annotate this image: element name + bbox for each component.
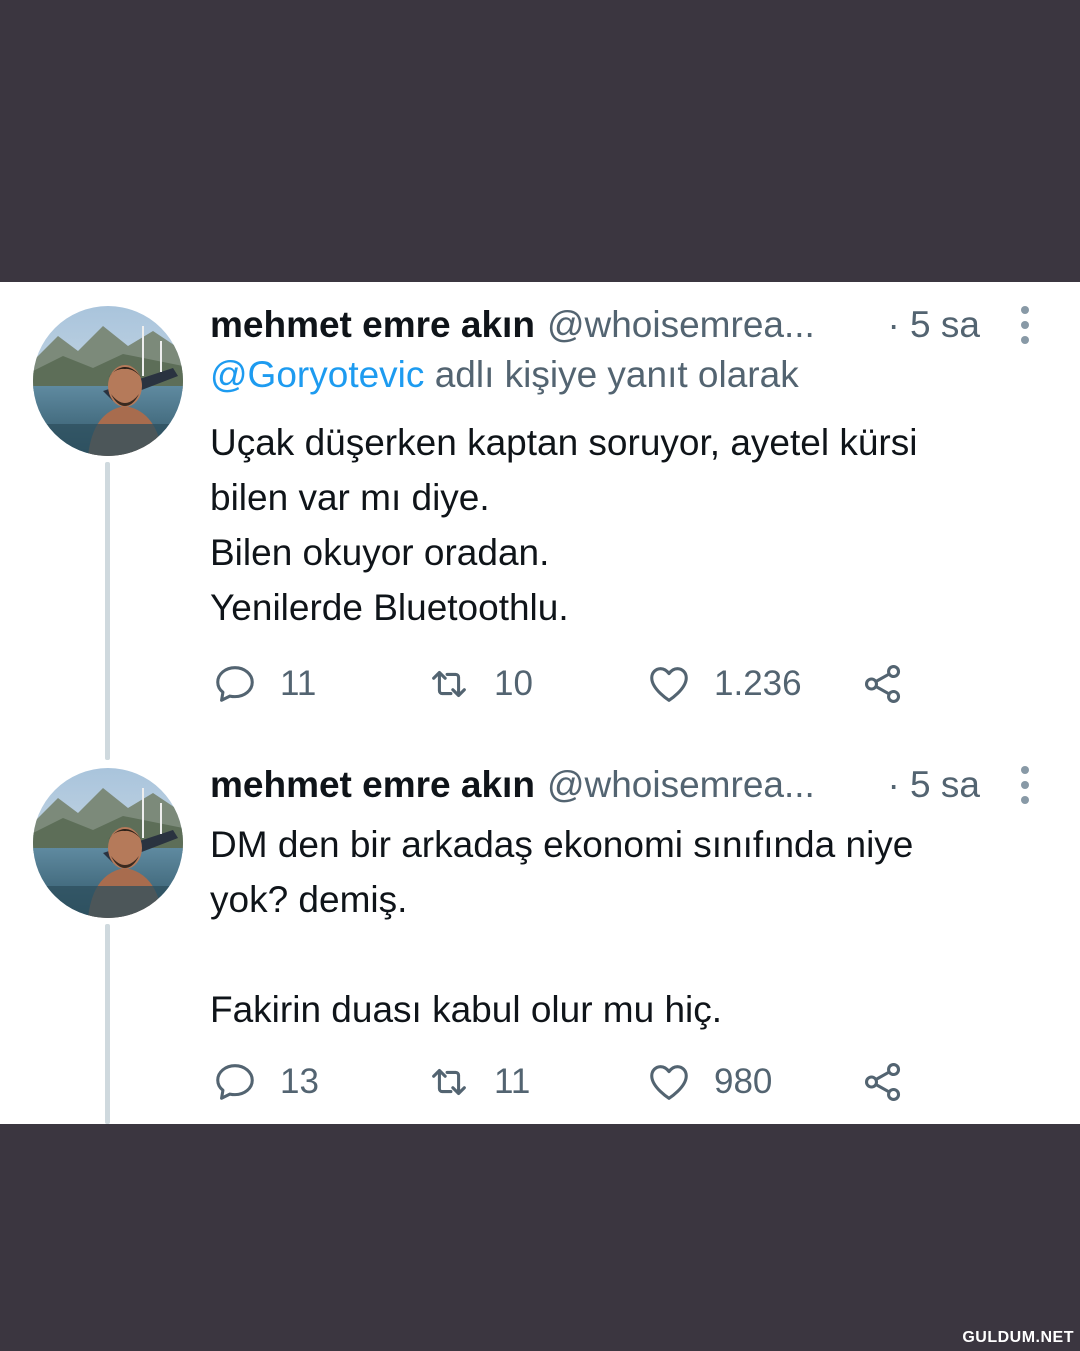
- watermark: GULDUM.NET: [962, 1329, 1074, 1346]
- thread-line: [105, 924, 110, 1124]
- retweet-count: 11: [494, 1062, 531, 1101]
- more-icon[interactable]: [1010, 300, 1040, 350]
- like-icon: [650, 667, 688, 702]
- tweet-actions: 13 11 980: [212, 1057, 932, 1107]
- share-icon: [864, 665, 901, 703]
- tweet-text: DM den bir arkadaş ekonomi sınıfında niy…: [210, 824, 914, 1030]
- like-button[interactable]: 980: [646, 1057, 772, 1107]
- share-button[interactable]: [860, 659, 906, 709]
- reply-count: 13: [280, 1062, 319, 1101]
- like-icon: [650, 1065, 688, 1100]
- tweet-header: mehmet emre akın @whoisemrea... · 5 sa: [210, 760, 1040, 810]
- author-handle[interactable]: @whoisemrea...: [547, 764, 815, 806]
- like-count: 980: [714, 1062, 773, 1101]
- tweet-time[interactable]: · 5 sa: [887, 304, 980, 346]
- more-icon[interactable]: [1010, 760, 1040, 810]
- tweet-time[interactable]: · 5 sa: [887, 764, 980, 806]
- reply-count: 11: [280, 664, 317, 703]
- retweet-icon: [432, 670, 466, 698]
- reply-context: @Goryotevic adlı kişiye yanıt olarak: [210, 354, 799, 396]
- retweet-button[interactable]: 10: [426, 659, 533, 709]
- author-name[interactable]: mehmet emre akın: [210, 764, 535, 806]
- like-button[interactable]: 1.236: [646, 659, 802, 709]
- reply-icon: [216, 666, 254, 702]
- retweet-button[interactable]: 11: [426, 1057, 530, 1107]
- share-button[interactable]: [860, 1057, 906, 1107]
- thread-line: [105, 462, 110, 760]
- tweet-header: mehmet emre akın @whoisemrea... · 5 sa: [210, 300, 1040, 350]
- reply-mention-link[interactable]: @Goryotevic: [210, 354, 424, 395]
- author-handle[interactable]: @whoisemrea...: [547, 304, 815, 346]
- reply-button[interactable]: 11: [212, 659, 316, 709]
- tweet[interactable]: mehmet emre akın @whoisemrea... · 5 sa D…: [0, 742, 1080, 1124]
- reply-button[interactable]: 13: [212, 1057, 319, 1107]
- retweet-count: 10: [494, 664, 533, 703]
- reply-icon: [216, 1064, 254, 1100]
- tweet[interactable]: mehmet emre akın @whoisemrea... · 5 sa @…: [0, 282, 1080, 760]
- tweet-thread-card: mehmet emre akın @whoisemrea... · 5 sa @…: [0, 282, 1080, 1124]
- like-count: 1.236: [714, 664, 802, 703]
- reply-context-text: adlı kişiye yanıt olarak: [434, 354, 799, 395]
- tweet-actions: 11 10 1.236: [212, 659, 932, 709]
- author-name[interactable]: mehmet emre akın: [210, 304, 535, 346]
- avatar[interactable]: [33, 768, 183, 918]
- retweet-icon: [432, 1068, 466, 1096]
- tweet-text: Uçak düşerken kaptan soruyor, ayetel kür…: [210, 422, 918, 628]
- share-icon: [864, 1063, 901, 1101]
- avatar[interactable]: [33, 306, 183, 456]
